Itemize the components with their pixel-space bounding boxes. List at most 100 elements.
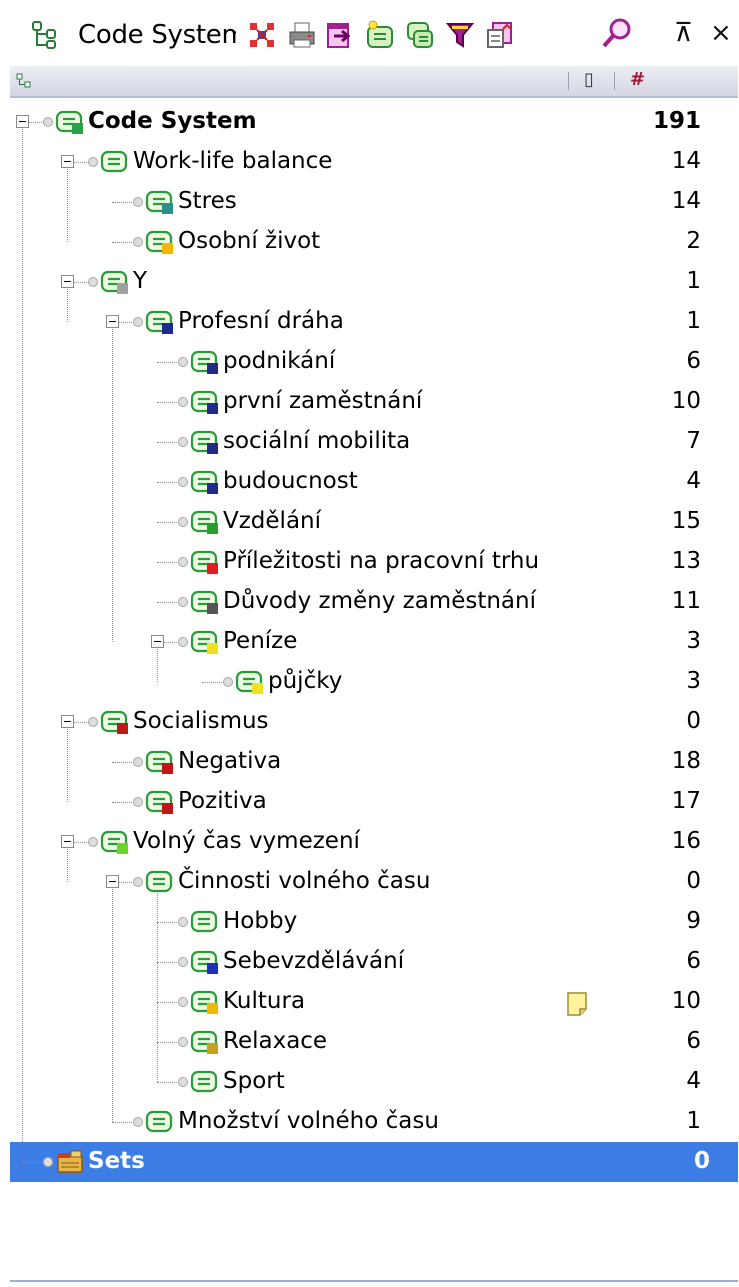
tree-row[interactable]: Volný čas vymezení 16 <box>0 822 739 862</box>
memo-icon[interactable] <box>566 991 588 1017</box>
tree-row[interactable]: půjčky 3 <box>0 662 739 702</box>
tree-row[interactable]: Code System 191 <box>0 102 739 142</box>
activation-dot[interactable] <box>133 237 143 247</box>
activation-dot[interactable] <box>88 277 98 287</box>
collapse-toggle[interactable] <box>16 115 29 128</box>
import-icon[interactable] <box>485 20 515 50</box>
tree-row[interactable]: Příležitosti na pracovní trhu 13 <box>0 542 739 582</box>
collapse-toggle[interactable] <box>61 155 74 168</box>
tree-row[interactable]: Pozitiva 17 <box>0 782 739 822</box>
tree-row[interactable]: podnikání 6 <box>0 342 739 382</box>
tree-row-label: Negativa <box>178 748 282 774</box>
tree-row-count: 7 <box>686 428 701 454</box>
collapse-toggle[interactable] <box>106 315 119 328</box>
collapse-toggle[interactable] <box>61 275 74 288</box>
tree-row-count: 14 <box>671 188 701 214</box>
activation-dot[interactable] <box>133 877 143 887</box>
activation-dot[interactable] <box>178 397 188 407</box>
tree-row[interactable]: sociální mobilita 7 <box>0 422 739 462</box>
activation-dot[interactable] <box>178 637 188 647</box>
activation-dot[interactable] <box>88 837 98 847</box>
close-icon[interactable]: × <box>710 18 732 48</box>
activation-dot[interactable] <box>223 677 233 687</box>
tree-row[interactable]: Sebevzdělávání 6 <box>0 942 739 982</box>
tree-row-label: Peníze <box>223 628 298 654</box>
code-icon <box>145 1110 173 1133</box>
tree-row-count: 10 <box>671 388 701 414</box>
activate-all-icon[interactable] <box>247 20 277 50</box>
tree-row[interactable]: Vzdělání 15 <box>0 502 739 542</box>
activation-dot[interactable] <box>178 517 188 527</box>
activation-dot[interactable] <box>133 757 143 767</box>
tree-row-label: Work-life balance <box>133 148 333 174</box>
activation-dot[interactable] <box>178 957 188 967</box>
activation-dot[interactable] <box>88 157 98 167</box>
filter-icon[interactable] <box>445 20 475 50</box>
code-icon <box>190 630 218 654</box>
activation-dot[interactable] <box>178 437 188 447</box>
activation-dot[interactable] <box>133 1117 143 1127</box>
tree-row[interactable]: Sport 4 <box>0 1062 739 1102</box>
activation-dot[interactable] <box>133 197 143 207</box>
collapse-toggle[interactable] <box>151 635 164 648</box>
code-icon <box>100 710 128 734</box>
activation-dot[interactable] <box>43 117 53 127</box>
activation-dot[interactable] <box>178 917 188 927</box>
search-icon[interactable] <box>600 16 634 50</box>
activation-dot[interactable] <box>88 717 98 727</box>
tree-row[interactable]: Činnosti volného času 0 <box>0 862 739 902</box>
code-icon <box>100 270 128 294</box>
tree-row-count: 4 <box>686 468 701 494</box>
tree-row-sets[interactable]: Sets 0 <box>10 1142 738 1182</box>
tree-row-label: Množství volného času <box>178 1108 439 1134</box>
activation-dot[interactable] <box>178 597 188 607</box>
tree-row-count: 6 <box>686 948 701 974</box>
code-icon <box>190 350 218 374</box>
tree-row[interactable]: Kultura 10 <box>0 982 739 1022</box>
pin-icon[interactable]: ⊼ <box>674 18 693 48</box>
activation-dot[interactable] <box>43 1157 53 1167</box>
memo-column-header[interactable]: ▯ <box>584 69 594 90</box>
tree-column-icon[interactable] <box>16 73 32 89</box>
activation-dot[interactable] <box>178 1037 188 1047</box>
export-icon[interactable] <box>325 20 355 50</box>
tree-row[interactable]: Peníze 3 <box>0 622 739 662</box>
code-icon <box>190 470 218 494</box>
tree-row[interactable]: první zaměstnání 10 <box>0 382 739 422</box>
code-system-icon[interactable] <box>30 20 60 50</box>
tree-row[interactable]: Socialismus 0 <box>0 702 739 742</box>
new-code-icon[interactable] <box>365 20 395 50</box>
tree-row[interactable]: Relaxace 6 <box>0 1022 739 1062</box>
tree-row-label: Činnosti volného času <box>178 868 431 894</box>
activation-dot[interactable] <box>178 357 188 367</box>
code-icon <box>190 550 218 574</box>
code-set-icon[interactable] <box>405 20 435 50</box>
tree-row-count: 0 <box>686 868 701 894</box>
tree-row[interactable]: budoucnost 4 <box>0 462 739 502</box>
count-column-header[interactable]: # <box>630 69 645 90</box>
code-icon <box>190 390 218 414</box>
tree-row[interactable]: Y1 <box>0 262 739 302</box>
code-icon <box>145 870 173 893</box>
sets-icon <box>57 1150 83 1173</box>
tree-row[interactable]: Hobby 9 <box>0 902 739 942</box>
activation-dot[interactable] <box>178 1077 188 1087</box>
tree-row[interactable]: Množství volného času 1 <box>0 1102 739 1142</box>
tree-row[interactable]: Důvody změny zaměstnání 11 <box>0 582 739 622</box>
print-icon[interactable] <box>287 20 317 50</box>
activation-dot[interactable] <box>178 477 188 487</box>
activation-dot[interactable] <box>178 557 188 567</box>
tree-row-label: Relaxace <box>223 1028 328 1054</box>
activation-dot[interactable] <box>178 997 188 1007</box>
collapse-toggle[interactable] <box>61 835 74 848</box>
tree-row[interactable]: Stres 14 <box>0 182 739 222</box>
tree-row[interactable]: Negativa 18 <box>0 742 739 782</box>
tree-row[interactable]: Profesní dráha 1 <box>0 302 739 342</box>
collapse-toggle[interactable] <box>106 875 119 888</box>
activation-dot[interactable] <box>133 317 143 327</box>
tree-row-label: Sebevzdělávání <box>223 948 405 974</box>
collapse-toggle[interactable] <box>61 715 74 728</box>
activation-dot[interactable] <box>133 797 143 807</box>
tree-row[interactable]: Work-life balance 14 <box>0 142 739 182</box>
tree-row[interactable]: Osobní život 2 <box>0 222 739 262</box>
